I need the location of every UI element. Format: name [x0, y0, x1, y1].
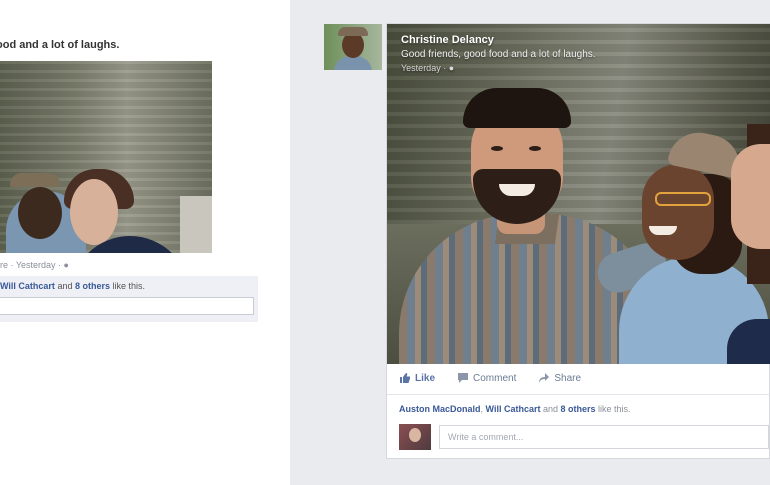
likes-suffix: like this. [109, 281, 145, 291]
comment-row: Write a comment... [399, 424, 769, 450]
share-icon [539, 373, 550, 383]
post-author-name[interactable]: Christine Delancy [401, 34, 596, 46]
liker-name-link[interactable]: Auston MacDonald [399, 404, 481, 414]
old-likes-box: Will Cathcart and 8 others like this. [0, 276, 258, 322]
old-likes-line: Will Cathcart and 8 others like this. [0, 281, 145, 291]
likes-connector: and [540, 404, 561, 414]
comment-label: Comment [473, 372, 517, 384]
commenter-avatar [399, 424, 431, 450]
old-comment-input[interactable] [0, 297, 254, 315]
share-label: Share [554, 372, 582, 384]
post-timestamp-text[interactable]: Yesterday · [401, 63, 449, 73]
post-action-bar: Like Comment Share [399, 372, 581, 384]
post-text: Good friends, good food and a lot of lau… [401, 49, 596, 60]
liker-name-link[interactable]: Will Cathcart [486, 404, 541, 414]
old-post-photo[interactable] [0, 61, 212, 253]
others-link[interactable]: 8 others [75, 281, 110, 291]
post-photo[interactable]: Christine Delancy Good friends, good foo… [387, 24, 770, 364]
share-button[interactable]: Share [538, 372, 581, 384]
old-post-meta-text: ire · Yesterday · [0, 260, 64, 270]
like-button[interactable]: Like [399, 372, 435, 384]
like-label: Like [415, 372, 436, 384]
liker-name-link[interactable]: Will Cathcart [0, 281, 55, 291]
old-feed-panel: ood and a lot of laughs. ire · Yesterday… [0, 0, 290, 485]
comment-button[interactable]: Comment [457, 372, 516, 384]
post-card: Christine Delancy Good friends, good foo… [386, 23, 770, 459]
others-link[interactable]: 8 others [561, 404, 596, 414]
likes-suffix: like this. [595, 404, 631, 414]
comment-icon [458, 373, 469, 383]
old-post-meta: ire · Yesterday · ● [0, 260, 69, 270]
privacy-icon: ● [448, 63, 455, 73]
likes-connector: and [54, 281, 75, 291]
post-timestamp: Yesterday · ● [401, 63, 596, 73]
comment-input[interactable]: Write a comment... [439, 425, 769, 449]
privacy-icon: ● [63, 260, 69, 270]
like-icon [400, 373, 410, 383]
divider [387, 394, 770, 395]
likes-summary: Auston MacDonald, Will Cathcart and 8 ot… [399, 404, 631, 414]
author-avatar[interactable] [324, 24, 382, 70]
post-header: Christine Delancy Good friends, good foo… [401, 34, 596, 73]
old-post-caption: ood and a lot of laughs. [0, 39, 120, 51]
